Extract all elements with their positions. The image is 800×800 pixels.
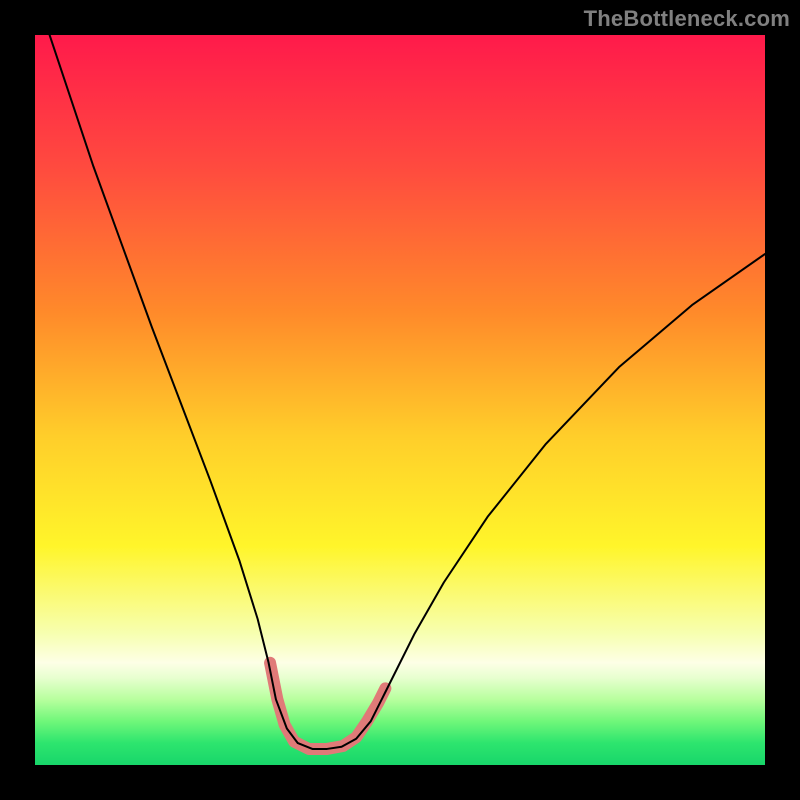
watermark-text: TheBottleneck.com [584,6,790,32]
bottleneck-curve-path [50,35,765,749]
frame: TheBottleneck.com [0,0,800,800]
curve-layer [35,35,765,765]
dip-marker-path [270,663,385,749]
plot-area [35,35,765,765]
